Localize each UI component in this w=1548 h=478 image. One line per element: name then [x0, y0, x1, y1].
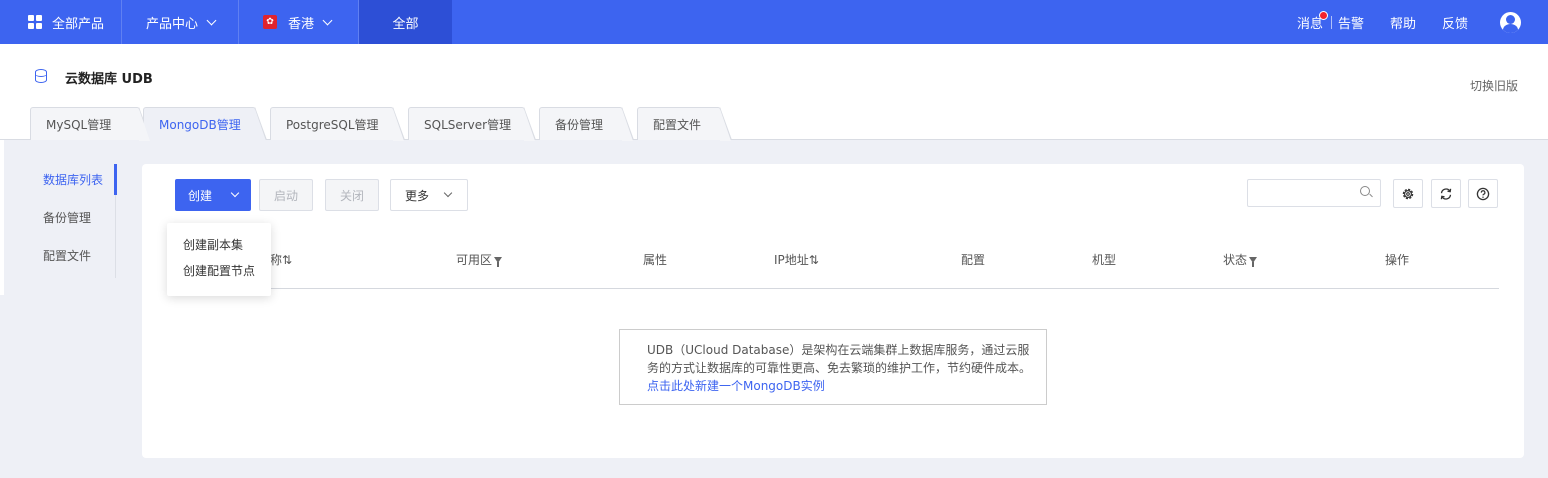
filter-icon[interactable]: [494, 256, 503, 267]
all-products-label: 全部产品: [52, 16, 105, 32]
empty-state-text: 务的方式让数据库的可靠性更高、免去繁琐的维护工作，节约硬件成本。: [647, 361, 1032, 375]
tab-sqlserver[interactable]: SQLServer管理: [408, 107, 536, 141]
project-scope-label: 全部: [392, 16, 419, 32]
empty-state-text: UDB（UCloud Database）是架构在云端集群上数据库服务，通过云服: [647, 343, 1030, 357]
column-label: 配置: [961, 253, 986, 267]
create-button[interactable]: 创建: [175, 179, 251, 211]
region-selector[interactable]: ✿ 香港: [239, 0, 359, 44]
subnav-item-config[interactable]: 配置文件: [43, 247, 91, 264]
stop-button[interactable]: 关闭: [325, 179, 379, 211]
user-icon: [1506, 15, 1515, 24]
question-icon: [1476, 187, 1490, 200]
left-edge: [0, 140, 4, 295]
subnav-item-backup[interactable]: 备份管理: [43, 209, 91, 226]
column-header-status[interactable]: 状态: [1223, 251, 1258, 268]
chevron-down-icon: [322, 15, 333, 25]
create-dropdown-menu: 创建副本集 创建配置节点: [167, 223, 271, 296]
help-link[interactable]: 帮助: [1390, 0, 1416, 44]
settings-button[interactable]: [1393, 179, 1423, 208]
feedback-label: 反馈: [1442, 16, 1469, 32]
refresh-button[interactable]: [1431, 179, 1461, 208]
more-button[interactable]: 更多: [390, 179, 468, 211]
alerts-link[interactable]: 告警: [1338, 0, 1364, 44]
tab-mysql[interactable]: MySQL管理: [30, 107, 151, 141]
column-label: 机型: [1092, 253, 1117, 267]
messages-link[interactable]: 消息: [1297, 0, 1323, 44]
create-label: 创建: [188, 188, 213, 203]
hong-kong-flag-icon: ✿: [263, 15, 277, 29]
column-label: 状态: [1223, 253, 1248, 267]
column-header-name[interactable]: 称⇅: [270, 251, 292, 268]
product-center-label: 产品中心: [146, 16, 199, 32]
notification-dot: [1319, 11, 1328, 20]
chevron-down-icon: [206, 15, 217, 25]
feedback-link[interactable]: 反馈: [1442, 0, 1468, 44]
more-label: 更多: [405, 188, 430, 203]
tab-mongodb[interactable]: MongoDB管理: [143, 107, 267, 141]
empty-state-box: UDB（UCloud Database）是架构在云端集群上数据库服务，通过云服 …: [619, 329, 1047, 405]
column-header-machine-type: 机型: [1092, 251, 1116, 268]
filter-icon[interactable]: [1249, 256, 1258, 267]
start-button[interactable]: 启动: [259, 179, 313, 211]
all-products-button[interactable]: 全部产品: [0, 0, 122, 44]
refresh-icon: [1440, 187, 1452, 200]
tab-postgresql[interactable]: PostgreSQL管理: [270, 107, 405, 141]
subnav-item-db-list[interactable]: 数据库列表: [43, 171, 103, 188]
column-label: 属性: [643, 253, 668, 267]
chevron-down-icon: [230, 188, 240, 198]
grid-icon: [28, 15, 42, 29]
avatar[interactable]: [1500, 12, 1521, 33]
menu-item-create-config-node[interactable]: 创建配置节点: [183, 262, 255, 279]
create-instance-link[interactable]: 点击此处新建一个MongoDB实例: [647, 377, 1046, 395]
gear-icon: [1402, 188, 1414, 199]
tab-backup[interactable]: 备份管理: [539, 107, 634, 141]
column-label: 称⇅: [270, 253, 293, 267]
column-header-attribute: 属性: [643, 251, 667, 268]
table-header-divider: [175, 288, 1499, 289]
column-label: 可用区: [456, 253, 493, 267]
search-icon[interactable]: [1360, 186, 1370, 196]
subnav-active-indicator: [114, 164, 117, 195]
chevron-down-icon: [443, 188, 453, 198]
alerts-label: 告警: [1338, 16, 1365, 32]
help-label: 帮助: [1390, 16, 1417, 32]
column-header-config: 配置: [961, 251, 985, 268]
switch-old-version-link[interactable]: 切换旧版: [1470, 77, 1518, 94]
help-button[interactable]: [1468, 179, 1498, 208]
user-icon-body: [1503, 24, 1518, 33]
product-center-dropdown[interactable]: 产品中心: [122, 0, 239, 44]
page-title: 云数据库 UDB: [65, 72, 153, 87]
column-header-zone[interactable]: 可用区: [456, 251, 503, 268]
tab-config[interactable]: 配置文件: [637, 107, 732, 141]
divider: [1331, 16, 1332, 29]
column-label: 操作: [1385, 253, 1410, 267]
menu-item-create-replica-set[interactable]: 创建副本集: [183, 236, 243, 253]
column-header-actions: 操作: [1385, 251, 1409, 268]
region-label: 香港: [288, 16, 315, 32]
column-header-ip[interactable]: IP地址⇅: [774, 251, 819, 268]
project-scope-button[interactable]: 全部: [359, 0, 452, 44]
column-label: IP地址⇅: [774, 253, 819, 267]
top-nav-bar: 全部产品 产品中心 ✿ 香港 全部 消息 告警 帮助 反馈: [0, 0, 1548, 44]
database-icon: [35, 69, 47, 83]
